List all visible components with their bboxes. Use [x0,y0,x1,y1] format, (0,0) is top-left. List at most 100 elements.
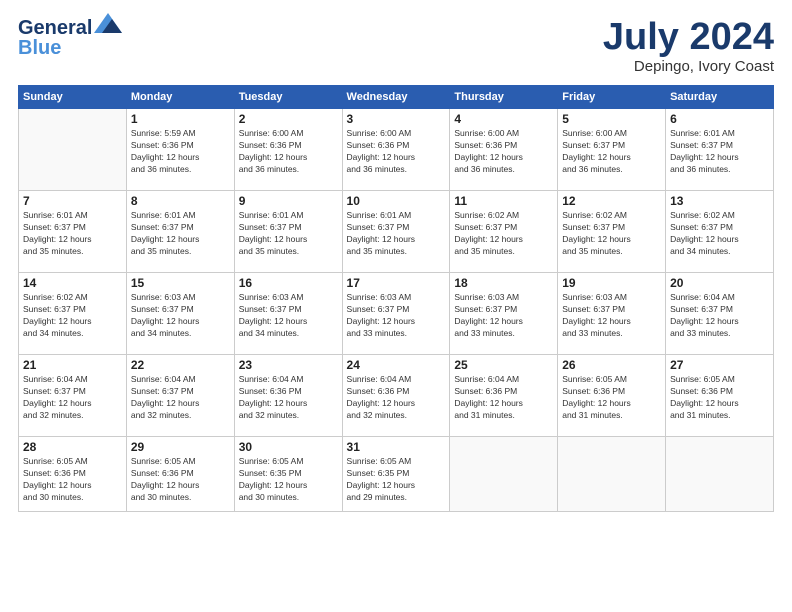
day-number: 31 [347,440,446,454]
day-cell [558,437,666,512]
title-block: July 2024 Depingo, Ivory Coast [603,18,774,75]
day-number: 28 [23,440,122,454]
day-number: 7 [23,194,122,208]
day-detail: Sunrise: 6:03 AM Sunset: 6:37 PM Dayligh… [562,292,661,340]
logo-text: GeneralBlue [18,18,92,58]
day-detail: Sunrise: 6:02 AM Sunset: 6:37 PM Dayligh… [670,210,769,258]
day-number: 27 [670,358,769,372]
day-detail: Sunrise: 6:05 AM Sunset: 6:36 PM Dayligh… [670,374,769,422]
day-cell: 27 Sunrise: 6:05 AM Sunset: 6:36 PM Dayli… [666,355,774,437]
day-detail: Sunrise: 6:00 AM Sunset: 6:36 PM Dayligh… [454,128,553,176]
header-cell-monday: Monday [126,86,234,109]
day-cell: 10 Sunrise: 6:01 AM Sunset: 6:37 PM Dayli… [342,191,450,273]
day-cell: 6Sunrise: 6:01 AM Sunset: 6:37 PM Daylig… [666,109,774,191]
header-cell-tuesday: Tuesday [234,86,342,109]
day-detail: Sunrise: 6:01 AM Sunset: 6:37 PM Dayligh… [131,210,230,258]
day-cell: 13 Sunrise: 6:02 AM Sunset: 6:37 PM Dayli… [666,191,774,273]
day-cell [19,109,127,191]
day-cell: 21 Sunrise: 6:04 AM Sunset: 6:37 PM Dayli… [19,355,127,437]
day-number: 11 [454,194,553,208]
day-cell: 25Sunrise: 6:04 AM Sunset: 6:36 PM Dayli… [450,355,558,437]
day-detail: Sunrise: 6:03 AM Sunset: 6:37 PM Dayligh… [454,292,553,340]
calendar-table: SundayMondayTuesdayWednesdayThursdayFrid… [18,85,774,512]
week-row-2: 7 Sunrise: 6:01 AM Sunset: 6:37 PM Daylig… [19,191,774,273]
day-detail: Sunrise: 6:04 AM Sunset: 6:36 PM Dayligh… [239,374,338,422]
day-detail: Sunrise: 6:02 AM Sunset: 6:37 PM Dayligh… [562,210,661,258]
day-number: 13 [670,194,769,208]
day-number: 23 [239,358,338,372]
day-detail: Sunrise: 6:05 AM Sunset: 6:36 PM Dayligh… [131,456,230,504]
day-number: 6 [670,112,769,126]
day-cell: 3 Sunrise: 6:00 AM Sunset: 6:36 PM Daylig… [342,109,450,191]
header-cell-sunday: Sunday [19,86,127,109]
calendar-body: 1 Sunrise: 5:59 AM Sunset: 6:36 PM Daylig… [19,109,774,512]
day-cell: 23 Sunrise: 6:04 AM Sunset: 6:36 PM Dayli… [234,355,342,437]
day-detail: Sunrise: 6:04 AM Sunset: 6:36 PM Dayligh… [454,374,553,422]
day-detail: Sunrise: 6:05 AM Sunset: 6:35 PM Dayligh… [347,456,446,504]
calendar-header-row: SundayMondayTuesdayWednesdayThursdayFrid… [19,86,774,109]
day-cell: 7Sunrise: 6:01 AM Sunset: 6:37 PM Daylig… [19,191,127,273]
day-number: 14 [23,276,122,290]
header-cell-saturday: Saturday [666,86,774,109]
day-number: 30 [239,440,338,454]
logo-icon [94,13,126,45]
header: GeneralBlue July 2024 Depingo, Ivory Coa… [18,18,774,75]
day-detail: Sunrise: 6:00 AM Sunset: 6:36 PM Dayligh… [347,128,446,176]
day-detail: Sunrise: 6:05 AM Sunset: 6:35 PM Dayligh… [239,456,338,504]
day-number: 26 [562,358,661,372]
day-detail: Sunrise: 6:01 AM Sunset: 6:37 PM Dayligh… [347,210,446,258]
day-number: 15 [131,276,230,290]
day-number: 21 [23,358,122,372]
day-number: 1 [131,112,230,126]
day-cell: 5 Sunrise: 6:00 AM Sunset: 6:37 PM Daylig… [558,109,666,191]
day-cell: 20Sunrise: 6:04 AM Sunset: 6:37 PM Dayli… [666,273,774,355]
day-cell: 14 Sunrise: 6:02 AM Sunset: 6:37 PM Dayli… [19,273,127,355]
day-cell [666,437,774,512]
week-row-1: 1 Sunrise: 5:59 AM Sunset: 6:36 PM Daylig… [19,109,774,191]
day-cell: 22 Sunrise: 6:04 AM Sunset: 6:37 PM Dayli… [126,355,234,437]
day-detail: Sunrise: 6:01 AM Sunset: 6:37 PM Dayligh… [239,210,338,258]
day-number: 20 [670,276,769,290]
week-row-5: 28 Sunrise: 6:05 AM Sunset: 6:36 PM Dayli… [19,437,774,512]
day-detail: Sunrise: 5:59 AM Sunset: 6:36 PM Dayligh… [131,128,230,176]
calendar-page: GeneralBlue July 2024 Depingo, Ivory Coa… [0,0,792,612]
day-number: 12 [562,194,661,208]
day-detail: Sunrise: 6:05 AM Sunset: 6:36 PM Dayligh… [562,374,661,422]
day-cell: 11 Sunrise: 6:02 AM Sunset: 6:37 PM Dayli… [450,191,558,273]
day-number: 22 [131,358,230,372]
day-cell [450,437,558,512]
day-detail: Sunrise: 6:04 AM Sunset: 6:37 PM Dayligh… [23,374,122,422]
header-cell-wednesday: Wednesday [342,86,450,109]
day-number: 24 [347,358,446,372]
day-number: 3 [347,112,446,126]
header-cell-thursday: Thursday [450,86,558,109]
day-cell: 1 Sunrise: 5:59 AM Sunset: 6:36 PM Daylig… [126,109,234,191]
day-number: 4 [454,112,553,126]
day-detail: Sunrise: 6:03 AM Sunset: 6:37 PM Dayligh… [239,292,338,340]
day-number: 18 [454,276,553,290]
month-title: July 2024 [603,18,774,56]
day-number: 8 [131,194,230,208]
day-cell: 24Sunrise: 6:04 AM Sunset: 6:36 PM Dayli… [342,355,450,437]
logo: GeneralBlue [18,18,126,58]
day-number: 5 [562,112,661,126]
day-cell: 4 Sunrise: 6:00 AM Sunset: 6:36 PM Daylig… [450,109,558,191]
day-cell: 26 Sunrise: 6:05 AM Sunset: 6:36 PM Dayli… [558,355,666,437]
week-row-4: 21 Sunrise: 6:04 AM Sunset: 6:37 PM Dayli… [19,355,774,437]
day-number: 10 [347,194,446,208]
day-cell: 2Sunrise: 6:00 AM Sunset: 6:36 PM Daylig… [234,109,342,191]
day-cell: 15Sunrise: 6:03 AM Sunset: 6:37 PM Dayli… [126,273,234,355]
day-cell: 30 Sunrise: 6:05 AM Sunset: 6:35 PM Dayli… [234,437,342,512]
day-detail: Sunrise: 6:02 AM Sunset: 6:37 PM Dayligh… [23,292,122,340]
day-cell: 31 Sunrise: 6:05 AM Sunset: 6:35 PM Dayli… [342,437,450,512]
day-number: 9 [239,194,338,208]
day-detail: Sunrise: 6:00 AM Sunset: 6:37 PM Dayligh… [562,128,661,176]
day-detail: Sunrise: 6:03 AM Sunset: 6:37 PM Dayligh… [347,292,446,340]
day-detail: Sunrise: 6:02 AM Sunset: 6:37 PM Dayligh… [454,210,553,258]
day-detail: Sunrise: 6:04 AM Sunset: 6:37 PM Dayligh… [131,374,230,422]
day-cell: 19Sunrise: 6:03 AM Sunset: 6:37 PM Dayli… [558,273,666,355]
day-number: 29 [131,440,230,454]
day-detail: Sunrise: 6:00 AM Sunset: 6:36 PM Dayligh… [239,128,338,176]
day-cell: 16Sunrise: 6:03 AM Sunset: 6:37 PM Dayli… [234,273,342,355]
day-cell: 28Sunrise: 6:05 AM Sunset: 6:36 PM Dayli… [19,437,127,512]
